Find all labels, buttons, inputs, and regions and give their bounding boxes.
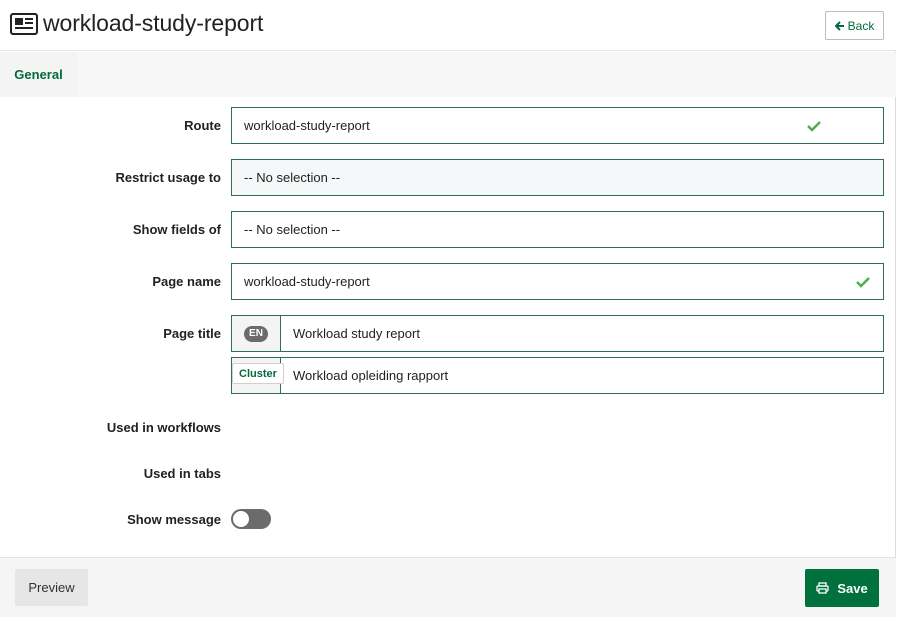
page-name-input[interactable]: workload-study-report: [231, 263, 884, 300]
tab-tag-cluster[interactable]: Cluster: [232, 363, 284, 384]
show-fields-label: Show fields of: [132, 222, 221, 237]
back-button[interactable]: Back: [825, 11, 884, 40]
save-button-label: Save: [837, 580, 868, 596]
page-title-en-input[interactable]: EN Workload study report: [231, 315, 884, 352]
show-fields-value: -- No selection --: [244, 222, 341, 237]
check-icon: [807, 120, 821, 132]
tab-general[interactable]: General: [0, 52, 77, 97]
preview-button[interactable]: Preview: [15, 569, 88, 606]
used-in-tabs-label: Used in tabs: [143, 466, 221, 481]
show-fields-select[interactable]: -- No selection --: [231, 211, 884, 248]
page-name-label: Page name: [152, 274, 221, 289]
restrict-usage-label: Restrict usage to: [115, 170, 221, 185]
page-title: workload-study-report: [43, 10, 264, 36]
restrict-usage-select[interactable]: -- No selection --: [231, 159, 884, 196]
check-icon: [856, 276, 870, 288]
app-frame: workload-study-report Back General Route…: [0, 0, 896, 617]
page-header: workload-study-report Back: [0, 0, 896, 51]
language-badge-en: EN: [244, 325, 268, 342]
page-title-nl-value: Workload opleiding rapport: [293, 368, 449, 383]
toggle-knob: [233, 511, 249, 527]
used-in-workflows-label: Used in workflows: [106, 420, 221, 435]
page-title-label: Page title: [163, 326, 221, 341]
page-footer: Preview Save: [0, 557, 896, 617]
show-message-toggle[interactable]: [231, 509, 271, 529]
back-button-label: Back: [847, 18, 875, 33]
show-message-label: Show message: [127, 512, 221, 527]
save-button[interactable]: Save: [805, 569, 879, 607]
printer-icon: [816, 582, 829, 594]
title-group: workload-study-report: [10, 10, 263, 37]
page-title-en-value: Workload study report: [293, 326, 420, 341]
route-value: workload-study-report: [244, 118, 370, 133]
page-name-value: workload-study-report: [244, 274, 370, 289]
newspaper-icon: [10, 12, 38, 35]
restrict-usage-value: -- No selection --: [244, 170, 341, 185]
route-label: Route: [184, 118, 221, 133]
arrow-left-icon: [834, 20, 844, 31]
language-badge-box: EN: [232, 316, 281, 351]
tab-bar: General: [0, 52, 896, 97]
route-input[interactable]: workload-study-report: [231, 107, 884, 144]
page-title-nl-input[interactable]: NL Workload opleiding rapport: [231, 357, 884, 394]
